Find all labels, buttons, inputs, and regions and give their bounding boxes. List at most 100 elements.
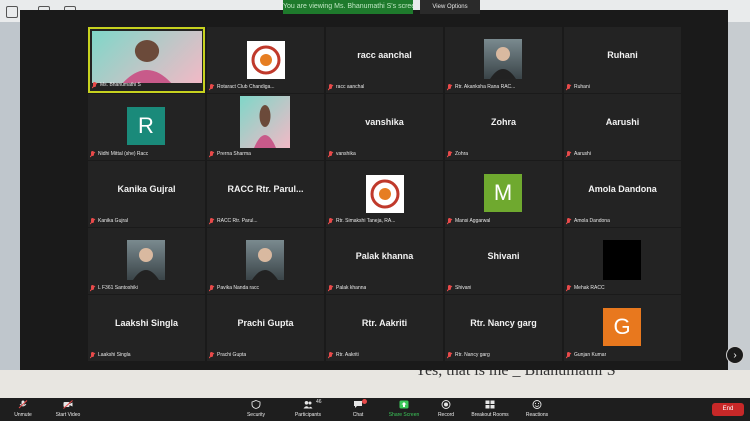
zoom-meeting-window: You are viewing Ms. Bhanumathi S's scree…	[20, 0, 728, 370]
view-options-button[interactable]: View Options	[420, 0, 480, 14]
participant-tile[interactable]: Mehak RACC	[564, 228, 681, 294]
participant-name-label: Prachi Gupta	[209, 350, 246, 360]
participant-tile[interactable]: R Nidhi Mittal (she) Racc	[88, 94, 205, 160]
share-screen-button[interactable]: Share Screen	[384, 398, 424, 421]
microphone-muted-icon	[566, 351, 571, 359]
shield-icon	[251, 400, 261, 409]
participant-tile[interactable]: L F361 Santoshiki	[88, 228, 205, 294]
microphone-muted-icon	[209, 284, 214, 292]
participant-name-label: Shivani	[447, 283, 471, 293]
participant-logo-image	[366, 175, 404, 213]
end-meeting-button[interactable]: End	[712, 403, 744, 416]
participant-display-name: Ruhani	[607, 50, 638, 60]
screen-share-banner[interactable]: You are viewing Ms. Bhanumathi S's scree…	[283, 0, 413, 14]
participant-name: Rtr. Aakriti	[336, 352, 359, 358]
participant-name-label: Mansi Aggarwal	[447, 216, 490, 226]
participant-tile[interactable]: racc aanchal racc aanchal	[326, 27, 443, 93]
start-video-button[interactable]: Start Video	[48, 398, 88, 421]
microphone-muted-icon	[447, 284, 452, 292]
chevron-right-icon: ›	[733, 350, 737, 361]
participant-name: Prerna Sharma	[217, 151, 251, 157]
participant-name: Shivani	[455, 285, 472, 291]
participant-tile[interactable]: Rtr. Aakriti Rtr. Aakriti	[326, 295, 443, 361]
participant-name-label: Mehak RACC	[566, 283, 605, 293]
avatar-letter: R	[138, 113, 154, 138]
participant-tile[interactable]: Prerna Sharma	[207, 94, 324, 160]
participant-display-name: Kanika Gujral	[117, 184, 176, 194]
participant-tile[interactable]: Rtr. Simakshi Taneja, RA...	[326, 161, 443, 227]
participant-name-label: Nidhi Mittal (she) Racc	[90, 149, 148, 159]
participant-tile[interactable]: Zohra Zohra	[445, 94, 562, 160]
participant-name: Palak khanna	[336, 285, 367, 291]
breakout-rooms-icon	[485, 400, 495, 409]
participant-name-label: Palak khanna	[328, 283, 366, 293]
reactions-button[interactable]: Reactions	[518, 398, 556, 421]
share-screen-icon	[399, 400, 409, 409]
record-button[interactable]: Record	[430, 398, 462, 421]
microphone-muted-icon	[566, 284, 571, 292]
participant-display-name: Amola Dandona	[588, 184, 657, 194]
person-video-icon	[122, 40, 172, 83]
breakout-rooms-button[interactable]: Breakout Rooms	[466, 398, 514, 421]
participant-display-name: racc aanchal	[357, 50, 412, 60]
security-button[interactable]: Security	[238, 398, 274, 421]
participant-tile[interactable]: Kanika Gujral Kanika Gujral	[88, 161, 205, 227]
participant-tile[interactable]: RACC Rtr. Parul... RACC Rtr. Parul...	[207, 161, 324, 227]
participant-tile[interactable]: Ms. Bhanumathi S	[88, 27, 205, 93]
chat-button[interactable]: Chat	[342, 398, 374, 421]
participant-name: Rotaract Club Chandiga...	[217, 84, 275, 90]
microphone-muted-icon	[209, 150, 214, 158]
record-icon	[441, 400, 451, 409]
participant-name: Mehak RACC	[574, 285, 605, 291]
participant-tile[interactable]: Palak khanna Palak khanna	[326, 228, 443, 294]
participant-display-name: RACC Rtr. Parul...	[227, 184, 304, 194]
microphone-muted-icon	[328, 217, 333, 225]
desktop-background-left	[0, 22, 20, 372]
person-video-icon	[254, 105, 276, 148]
unmute-button[interactable]: Unmute	[6, 398, 40, 421]
participant-tile[interactable]: vanshika vanshika	[326, 94, 443, 160]
participant-tile[interactable]: G Gunjan Kumar	[564, 295, 681, 361]
participant-tile[interactable]: Pavika Nanda racc	[207, 228, 324, 294]
participants-icon	[303, 401, 313, 409]
participant-profile-photo	[484, 39, 522, 79]
next-page-button[interactable]: ›	[726, 346, 744, 364]
microphone-muted-icon	[566, 83, 571, 91]
participant-tile[interactable]: Ruhani Ruhani	[564, 27, 681, 93]
club-logo-icon	[251, 45, 281, 75]
participant-tile[interactable]: Amola Dandona Amola Dandona	[564, 161, 681, 227]
participant-tile[interactable]: Rtr. Akanksha Rana RAC...	[445, 27, 562, 93]
microphone-muted-icon	[328, 150, 333, 158]
participant-video-feed	[92, 31, 202, 83]
participants-button[interactable]: 46 Participants	[288, 398, 328, 421]
participant-name: Ruhani	[574, 84, 590, 90]
participant-tile[interactable]: M Mansi Aggarwal	[445, 161, 562, 227]
participant-name-label: Ms. Bhanumathi S	[92, 80, 141, 90]
participant-name-label: Ruhani	[566, 82, 590, 92]
participant-profile-photo	[127, 240, 165, 280]
video-camera-off-icon	[63, 400, 73, 409]
microphone-muted-icon	[209, 351, 214, 359]
person-silhouette-icon	[252, 248, 278, 280]
participant-display-name: Rtr. Nancy garg	[470, 318, 537, 328]
participant-tile[interactable]: Rtr. Nancy garg Rtr. Nancy garg	[445, 295, 562, 361]
participant-display-name: Palak khanna	[355, 251, 414, 261]
participant-tile[interactable]: Prachi Gupta Prachi Gupta	[207, 295, 324, 361]
participant-name: Amola Dandona	[574, 218, 610, 224]
participant-name-label: Pavika Nanda racc	[209, 283, 259, 293]
participant-name: Mansi Aggarwal	[455, 218, 491, 224]
participant-tile[interactable]: Aarushi Aarushi	[564, 94, 681, 160]
participant-display-name: Zohra	[490, 117, 516, 127]
participant-tile[interactable]: Rotaract Club Chandiga...	[207, 27, 324, 93]
participant-name-label: Zohra	[447, 149, 468, 159]
avatar-letter: G	[613, 314, 631, 339]
participant-name: Pavika Nanda racc	[217, 285, 259, 291]
participant-display-name: Rtr. Aakriti	[361, 318, 408, 328]
participant-tile[interactable]: Laakshi Singla Laakshi Singla	[88, 295, 205, 361]
participant-name: Ms. Bhanumathi S	[100, 82, 141, 88]
participant-tile[interactable]: Shivani Shivani	[445, 228, 562, 294]
participant-name-label: Amola Dandona	[566, 216, 610, 226]
participant-name-label: Rtr. Akanksha Rana RAC...	[447, 82, 515, 92]
participant-name: RACC Rtr. Parul...	[217, 218, 258, 224]
microphone-muted-icon	[328, 284, 333, 292]
